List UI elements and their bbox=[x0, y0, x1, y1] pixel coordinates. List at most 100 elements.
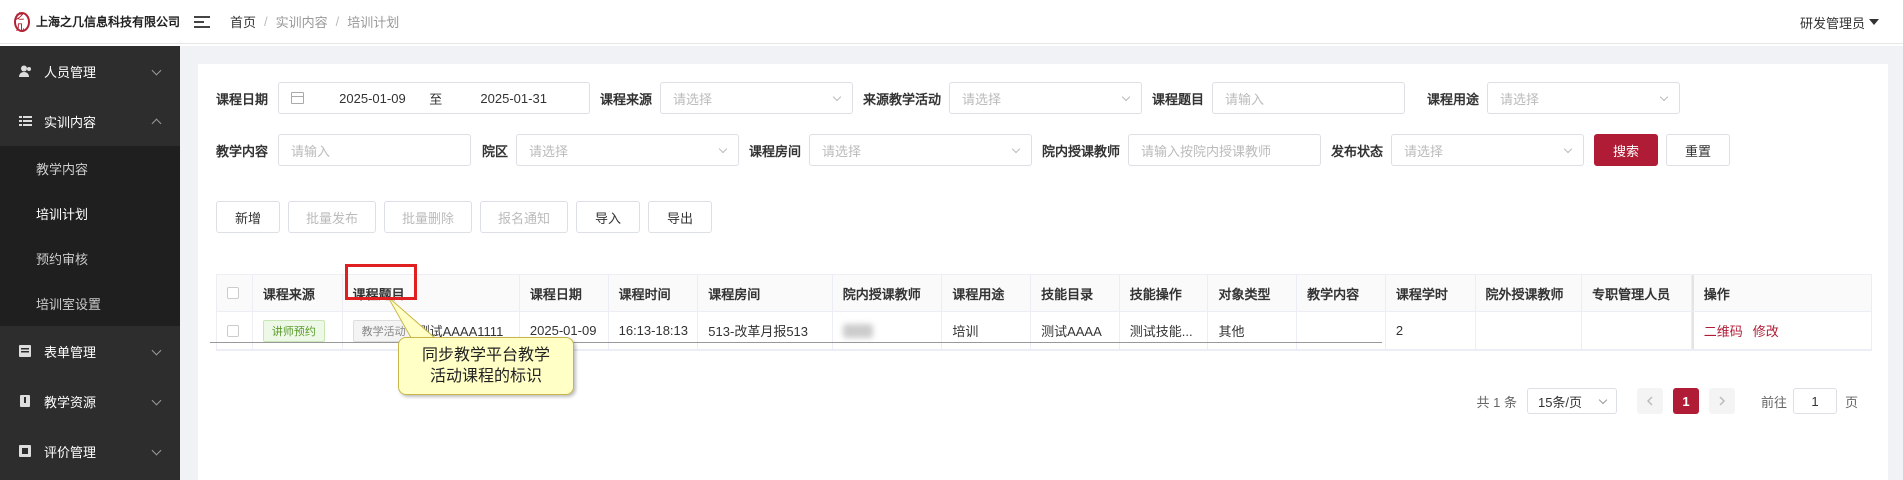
chevron-down-icon bbox=[1598, 395, 1608, 404]
chevron-down-icon bbox=[151, 65, 162, 76]
page-size-value: 15条/页 bbox=[1537, 394, 1583, 410]
sidebar-item-resources[interactable]: 教学资源 bbox=[0, 376, 180, 426]
signup-notice-button[interactable]: 报名通知 bbox=[480, 201, 568, 233]
goto-label: 前往 bbox=[1760, 394, 1787, 410]
pagination: 共 1 条 15条/页 1 前往 1 页 bbox=[1477, 388, 1858, 414]
campus-select[interactable]: 请选择 bbox=[516, 134, 739, 166]
sidebar-item-label: 实训内容 bbox=[44, 114, 97, 130]
content-panel: 课程日期 2025-01-09 至 2025-01-31 课程来源 请选择 来源… bbox=[198, 64, 1888, 480]
sidebar-subitem-teaching-content[interactable]: 教学内容 bbox=[0, 146, 180, 191]
sidebar-item-training-content[interactable]: 实训内容 bbox=[0, 96, 180, 146]
source-tag: 讲师预约 bbox=[262, 319, 325, 342]
col-actions: 操作 bbox=[1691, 275, 1872, 311]
qrcode-link[interactable]: 二维码 bbox=[1704, 321, 1743, 340]
breadcrumb-home[interactable]: 首页 bbox=[230, 12, 256, 31]
sidebar-item-personnel[interactable]: 人员管理 bbox=[0, 46, 180, 96]
breadcrumb-training-content[interactable]: 实训内容 bbox=[276, 12, 328, 31]
course-use-select[interactable]: 请选择 bbox=[1487, 82, 1680, 114]
col-object-type[interactable]: 对象类型 bbox=[1208, 275, 1298, 311]
chevron-down-icon bbox=[1011, 144, 1021, 154]
import-button[interactable]: 导入 bbox=[576, 201, 640, 233]
company-logo[interactable]: 之几 上海之几信息科技有限公司 bbox=[0, 0, 180, 44]
menu-toggle-icon[interactable] bbox=[194, 15, 210, 29]
page-number-current[interactable]: 1 bbox=[1672, 388, 1699, 414]
user-menu[interactable]: 研发管理员 bbox=[1800, 0, 1879, 44]
col-manager[interactable]: 专职管理人员 bbox=[1582, 275, 1692, 311]
submenu-training-content: 教学内容 培训计划 预约审核 培训室设置 bbox=[0, 146, 180, 326]
rating-icon bbox=[18, 445, 32, 457]
source-activity-select[interactable]: 请选择 bbox=[949, 82, 1142, 114]
breadcrumb-training-plan: 培训计划 bbox=[347, 15, 400, 30]
chevron-up-icon bbox=[151, 118, 162, 129]
search-button[interactable]: 搜索 bbox=[1594, 134, 1658, 166]
teaching-content-placeholder: 请输入 bbox=[291, 143, 331, 159]
col-skill-op[interactable]: 技能操作 bbox=[1119, 275, 1209, 311]
col-course-time[interactable]: 课程时间 bbox=[608, 275, 699, 311]
chevron-down-icon bbox=[151, 395, 162, 406]
cell-outer-teacher bbox=[1476, 312, 1583, 349]
course-topic-input[interactable]: 请输入 bbox=[1212, 82, 1405, 114]
row-select-cell bbox=[217, 312, 253, 349]
col-outer-teacher[interactable]: 院外授课教师 bbox=[1475, 275, 1583, 311]
col-skill-dir[interactable]: 技能目录 bbox=[1031, 275, 1120, 311]
col-course-room[interactable]: 课程房间 bbox=[698, 275, 833, 311]
sidebar-subitem-booking-review[interactable]: 预约审核 bbox=[0, 236, 180, 281]
inner-teacher-input[interactable]: 请输入按院内授课教师 bbox=[1128, 134, 1321, 166]
room-select[interactable]: 请选择 bbox=[809, 134, 1032, 166]
teaching-content-label: 教学内容 bbox=[216, 143, 269, 159]
select-all-cell bbox=[217, 275, 253, 311]
course-topic-placeholder: 请输入 bbox=[1225, 91, 1265, 107]
col-teaching-content[interactable]: 教学内容 bbox=[1297, 275, 1386, 311]
batch-publish-button[interactable]: 批量发布 bbox=[288, 201, 376, 233]
sidebar-item-label: 人员管理 bbox=[44, 64, 97, 80]
cell-course-source: 讲师预约 bbox=[253, 312, 343, 349]
main-content: 课程日期 2025-01-09 至 2025-01-31 课程来源 请选择 来源… bbox=[180, 46, 1903, 480]
course-topic-label: 课程题目 bbox=[1151, 91, 1204, 107]
breadcrumb: 首页 / 实训内容 / 培训计划 bbox=[230, 12, 400, 31]
chevron-down-icon bbox=[151, 445, 162, 456]
edit-link[interactable]: 修改 bbox=[1753, 321, 1779, 340]
date-separator: 至 bbox=[429, 91, 443, 107]
teaching-content-input[interactable]: 请输入 bbox=[278, 134, 471, 166]
blurred-teacher-name bbox=[842, 323, 873, 338]
batch-delete-button[interactable]: 批量删除 bbox=[384, 201, 472, 233]
col-course-date[interactable]: 课程日期 bbox=[519, 275, 609, 311]
reset-button[interactable]: 重置 bbox=[1666, 134, 1730, 166]
export-button[interactable]: 导出 bbox=[648, 201, 712, 233]
course-source-select[interactable]: 请选择 bbox=[660, 82, 853, 114]
prev-page-button[interactable] bbox=[1636, 388, 1663, 414]
course-date-range[interactable]: 2025-01-09 至 2025-01-31 bbox=[278, 82, 590, 114]
calendar-icon bbox=[291, 92, 304, 104]
next-page-button[interactable] bbox=[1708, 388, 1735, 414]
table-horizontal-scrollbar[interactable] bbox=[210, 342, 1382, 343]
inner-teacher-label: 院内授课教师 bbox=[1041, 143, 1120, 159]
goto-page-input[interactable]: 1 bbox=[1792, 388, 1837, 414]
sidebar-subitem-training-plan[interactable]: 培训计划 bbox=[0, 191, 180, 236]
row-checkbox[interactable] bbox=[227, 324, 239, 337]
publish-status-select[interactable]: 请选择 bbox=[1391, 134, 1584, 166]
top-header: 之几 上海之几信息科技有限公司 首页 / 实训内容 / 培训计划 研发管理员 bbox=[0, 0, 1903, 44]
select-all-checkbox[interactable] bbox=[227, 287, 239, 299]
chevron-down-icon bbox=[1121, 92, 1131, 102]
source-activity-label: 来源教学活动 bbox=[862, 91, 941, 107]
cell-course-room: 513-改革月报513 bbox=[698, 312, 833, 349]
sidebar-item-forms[interactable]: 表单管理 bbox=[0, 326, 180, 376]
col-course-hours[interactable]: 课程学时 bbox=[1385, 275, 1476, 311]
chevron-down-icon bbox=[832, 92, 842, 102]
col-course-source[interactable]: 课程来源 bbox=[252, 275, 343, 311]
date-end[interactable]: 2025-01-31 bbox=[450, 91, 577, 106]
logo-mark-icon: 之几 bbox=[14, 11, 30, 32]
cell-teaching-content bbox=[1297, 312, 1386, 349]
page-size-select[interactable]: 15条/页 bbox=[1526, 388, 1617, 414]
col-course-use[interactable]: 课程用途 bbox=[942, 275, 1032, 311]
cell-course-hours: 2 bbox=[1386, 312, 1476, 349]
date-start[interactable]: 2025-01-09 bbox=[324, 91, 421, 106]
cell-actions: 二维码 修改 bbox=[1691, 312, 1871, 349]
cell-course-use: 培训 bbox=[942, 312, 1032, 349]
cell-inner-teacher bbox=[833, 312, 943, 349]
col-inner-teacher[interactable]: 院内授课教师 bbox=[832, 275, 943, 311]
add-button[interactable]: 新增 bbox=[216, 201, 280, 233]
sidebar-item-evaluation[interactable]: 评价管理 bbox=[0, 426, 180, 476]
sidebar-item-label: 评价管理 bbox=[44, 444, 97, 460]
sidebar-subitem-room-settings[interactable]: 培训室设置 bbox=[0, 281, 180, 326]
